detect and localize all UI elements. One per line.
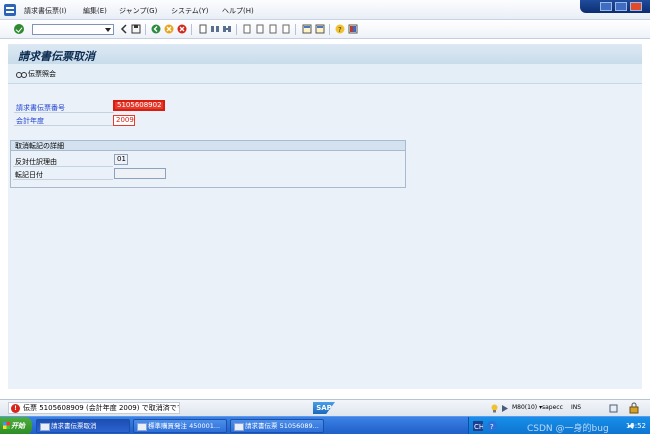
toolbar-separator (236, 24, 237, 35)
toolbar-separator (329, 24, 330, 35)
reversal-reason-field[interactable]: 01 (114, 154, 128, 165)
status-square-icon[interactable] (609, 404, 618, 413)
status-bar: ! 伝票 5105608909 (会計年度 2009) で取消済です SAP M… (0, 399, 650, 416)
system-info[interactable]: M80(10) ▾ (512, 403, 542, 413)
start-button[interactable]: 开始 (0, 417, 32, 434)
watermark: CSDN @一身的bug (527, 424, 609, 434)
help-icon[interactable]: ? (335, 24, 345, 34)
label-underline (13, 166, 113, 167)
new-session-icon[interactable] (302, 24, 312, 34)
clock: 19:52 (625, 422, 646, 430)
exit-icon[interactable] (164, 24, 174, 34)
insert-mode-info[interactable]: INS (571, 403, 581, 413)
last-page-icon[interactable] (281, 24, 291, 34)
status-message-text: 伝票 5105608909 (会計年度 2009) で取消済です (23, 404, 180, 412)
fiscal-year-field[interactable]: 2009 (113, 115, 135, 126)
previous-page-icon[interactable] (255, 24, 265, 34)
reversal-details-group: 取消転記の詳細 反対仕訳理由 01 転記日付 (10, 140, 406, 188)
ime-icon[interactable]: CH (473, 421, 483, 431)
maximize-button[interactable] (615, 2, 627, 11)
toolbar-separator (145, 24, 146, 35)
command-field[interactable] (32, 24, 114, 35)
next-page-icon[interactable] (268, 24, 278, 34)
reversal-details-title: 取消転記の詳細 (11, 141, 405, 151)
label-underline (13, 179, 113, 180)
shortcut-icon[interactable] (315, 24, 325, 34)
layout-menu-icon[interactable] (348, 24, 358, 34)
window-controls (580, 0, 650, 13)
toolbar-separator (295, 24, 296, 35)
back-icon[interactable] (151, 24, 161, 34)
help-tray-icon[interactable]: ? (487, 421, 497, 431)
display-document-button[interactable]: 伝票照会 (16, 69, 56, 79)
standard-toolbar: ? (0, 20, 650, 39)
error-icon: ! (11, 403, 20, 413)
svg-text:?: ? (490, 423, 494, 431)
find-icon[interactable] (210, 24, 220, 34)
find-next-icon[interactable] (222, 24, 232, 34)
svg-text:?: ? (338, 26, 342, 34)
lock-icon[interactable] (628, 402, 640, 414)
menu-invoice-document[interactable]: 請求書伝票(I) (24, 6, 67, 16)
task-invoice-cancel[interactable]: 請求書伝票取消 (36, 419, 130, 433)
display-document-label: 伝票照会 (28, 70, 56, 78)
first-page-icon[interactable] (242, 24, 252, 34)
task-invoice-document[interactable]: 請求書伝票 51056089... (230, 419, 324, 433)
menu-edit[interactable]: 編集(E) (83, 6, 107, 16)
menu-system[interactable]: システム(Y) (171, 6, 209, 16)
menu-help[interactable]: ヘルプ(H) (222, 6, 254, 16)
menu-bar: 請求書伝票(I) 編集(E) ジャンプ(G) システム(Y) ヘルプ(H) (0, 0, 650, 20)
label-underline (14, 125, 114, 126)
close-button[interactable] (630, 2, 642, 11)
enter-check-icon[interactable] (14, 24, 24, 34)
save-icon[interactable] (131, 24, 141, 34)
collapse-arrow-icon[interactable] (119, 24, 129, 34)
client-user-info: sapecc (542, 404, 563, 411)
sap-logo: SAP (313, 402, 335, 414)
chevron-down-icon[interactable] (105, 28, 111, 32)
menu-jump[interactable]: ジャンプ(G) (119, 6, 157, 16)
status-message[interactable]: ! 伝票 5105608909 (会計年度 2009) で取消済です (8, 402, 180, 414)
toolbar-separator (191, 24, 192, 35)
cancel-icon[interactable] (177, 24, 187, 34)
glasses-icon (16, 71, 27, 78)
main-content: 請求書伝票番号 5105608902 会計年度 2009 取消転記の詳細 反対仕… (8, 84, 642, 389)
invoice-number-field[interactable]: 5105608902 (113, 100, 165, 111)
triangle-right-icon[interactable] (501, 404, 509, 413)
lightbulb-icon[interactable] (490, 404, 499, 413)
posting-date-field[interactable] (114, 168, 166, 179)
system-info-text: M80(10) (512, 404, 538, 411)
sap-window-icon[interactable] (4, 4, 16, 16)
minimize-button[interactable] (600, 2, 612, 11)
task-purchase-order[interactable]: 標準購買発注 450001... (133, 419, 227, 433)
page-title: 請求書伝票取消 (18, 50, 95, 63)
title-bar: 請求書伝票取消 (8, 44, 642, 64)
application-toolbar: 伝票照会 (8, 64, 642, 84)
print-icon[interactable] (198, 24, 208, 34)
label-underline (14, 112, 114, 113)
svg-text:CH: CH (474, 423, 483, 431)
